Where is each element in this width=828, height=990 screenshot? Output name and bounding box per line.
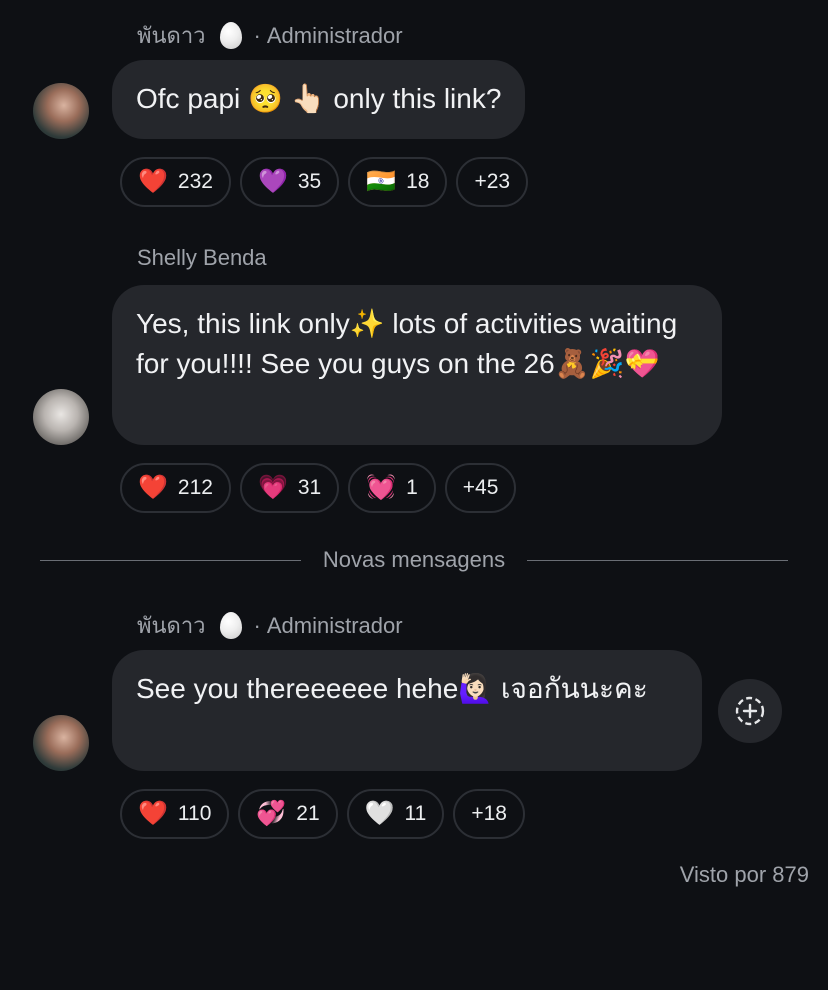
sender-name[interactable]: Shelly Benda — [137, 245, 267, 271]
message-bubble[interactable]: Ofc papi 🥺 👆🏻 only this link? — [112, 60, 526, 139]
india-flag-icon: 🇮🇳 — [366, 168, 397, 195]
heart-icon: ❤️ — [138, 800, 168, 827]
reaction-count: 21 — [296, 802, 320, 825]
divider-line — [40, 559, 301, 561]
sender-name[interactable]: พันดาว — [137, 18, 206, 53]
reaction-count: 212 — [177, 476, 213, 499]
sender-line: พันดาว · Administrador — [137, 608, 403, 643]
reaction-count: 18 — [406, 170, 430, 193]
reactions-row: ❤️ 212 💗 31 💓 1 +45 — [120, 463, 517, 513]
white-heart-icon: 🤍 — [364, 800, 395, 827]
more-reactions-count: +23 — [474, 170, 511, 193]
message-bubble[interactable]: Yes, this link only✨ lots of activities … — [112, 285, 722, 445]
message-bubble[interactable]: See you thereeeeee hehe🙋🏻‍♀️ เจอกันนะคะ — [112, 650, 702, 771]
reaction-pill[interactable]: 🇮🇳 18 — [348, 157, 448, 207]
reaction-pill[interactable]: 💜 35 — [239, 157, 340, 207]
reaction-count: 35 — [297, 170, 322, 193]
role-separator: · — [253, 22, 261, 48]
reaction-count: 110 — [177, 802, 212, 825]
sender-line: พันดาว · Administrador — [137, 18, 403, 53]
more-reactions-button[interactable]: +18 — [453, 789, 525, 839]
reaction-pill[interactable]: ❤️ 110 — [120, 789, 230, 839]
reaction-count: 31 — [297, 476, 322, 499]
avatar[interactable] — [33, 83, 89, 139]
reaction-count: 11 — [404, 802, 427, 825]
seen-by-count[interactable]: Visto por 879 — [680, 862, 809, 888]
divider-line — [527, 559, 788, 561]
egg-icon — [219, 612, 242, 639]
reaction-pill[interactable]: ❤️ 212 — [120, 463, 231, 513]
avatar[interactable] — [33, 715, 89, 771]
reactions-row: ❤️ 110 💞 21 🤍 11 +18 — [120, 789, 525, 839]
purple-heart-icon: 💜 — [257, 168, 288, 195]
reactions-row: ❤️ 232 💜 35 🇮🇳 18 +23 — [120, 157, 529, 207]
reaction-pill[interactable]: 💓 1 — [348, 463, 436, 513]
growing-heart-icon: 💗 — [257, 474, 288, 501]
reaction-pill[interactable]: 💞 21 — [238, 789, 338, 839]
sender-role: Administrador — [266, 612, 403, 638]
reaction-pill[interactable]: 🤍 11 — [346, 789, 445, 839]
avatar[interactable] — [33, 389, 89, 445]
sender-name[interactable]: พันดาว — [137, 608, 206, 643]
revolving-hearts-icon: 💞 — [256, 800, 287, 827]
reaction-count: 1 — [406, 476, 418, 499]
message-text: Yes, this link only✨ lots of activities … — [136, 308, 678, 379]
message-text: See you thereeeeee hehe🙋🏻‍♀️ เจอกันนะคะ — [136, 673, 648, 704]
heart-icon: ❤️ — [138, 474, 168, 501]
sender-role: Administrador — [266, 22, 403, 48]
reaction-pill[interactable]: 💗 31 — [239, 463, 340, 513]
more-reactions-count: +45 — [462, 476, 499, 499]
add-reaction-icon — [735, 696, 765, 726]
heart-icon: ❤️ — [138, 168, 168, 195]
add-reaction-button[interactable] — [718, 679, 782, 743]
message-text: Ofc papi 🥺 👆🏻 only this link? — [136, 83, 502, 114]
divider-label: Novas mensagens — [322, 547, 506, 572]
more-reactions-count: +18 — [471, 802, 507, 825]
beating-heart-icon: 💓 — [366, 474, 397, 501]
new-messages-divider: Novas mensagens — [40, 540, 788, 580]
role-separator: · — [253, 612, 261, 638]
sender-line: Shelly Benda — [137, 245, 267, 271]
reaction-pill[interactable]: ❤️ 232 — [120, 157, 231, 207]
reaction-count: 232 — [177, 170, 213, 193]
more-reactions-button[interactable]: +23 — [456, 157, 529, 207]
egg-icon — [219, 22, 242, 49]
more-reactions-button[interactable]: +45 — [444, 463, 517, 513]
